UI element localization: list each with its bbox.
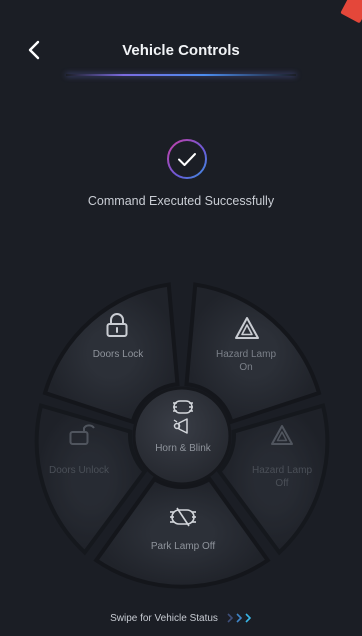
hazard-on-label: Hazard Lamp On [215,349,277,373]
swipe-hint[interactable]: Swipe for Vehicle Status [0,608,362,628]
control-wheel: Doors Lock Hazard Lamp On Doors Unlock H… [12,266,352,606]
double-chevron-right-icon [226,613,252,623]
park-lamp-off-label: Park Lamp Off [150,541,216,552]
horn-blink-label: Horn & Blink [155,443,211,454]
header: Vehicle Controls [0,0,362,80]
doors-unlock-label: Doors Unlock [48,465,110,476]
page-title: Vehicle Controls [122,42,240,59]
hazard-icon [235,317,259,339]
park-lamp-off-icon [170,507,196,527]
swipe-label: Swipe for Vehicle Status [110,612,218,624]
success-check-icon [165,137,209,181]
headlamp-icon [173,400,193,414]
unlock-icon [69,424,95,445]
title-underline [66,74,296,76]
lock-icon [106,313,128,337]
horn-icon [173,418,188,434]
hazard-off-icon [271,425,293,445]
control-wheel-graphic [34,282,330,589]
hazard-off-label: Hazard Lamp Off [251,465,313,489]
doors-lock-label: Doors Lock [92,349,144,360]
status-message: Command Executed Successfully [87,194,275,208]
